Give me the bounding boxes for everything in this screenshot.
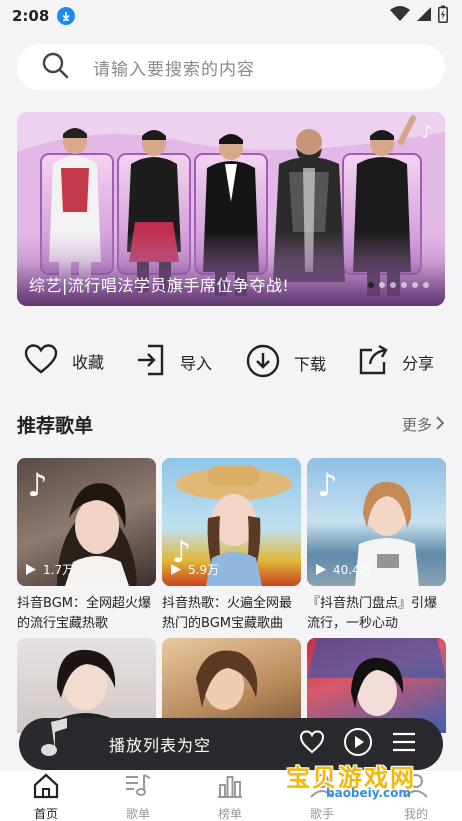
banner-dot[interactable] [368,282,374,288]
chevron-right-icon [436,415,445,434]
status-bar: 2:08 [0,0,462,32]
favorite-label: 收藏 [72,353,105,372]
import-button[interactable]: 导入 [136,344,212,380]
playlist-cover[interactable]: ♪ 5.9万 [162,458,301,586]
banner-pagination [368,282,429,288]
playlist-menu-icon[interactable] [391,731,417,757]
search-icon [41,51,69,83]
tab-chart[interactable]: 榜单 [200,773,260,821]
play-count: 5.9万 [170,561,219,578]
battery-icon [438,5,448,27]
tab-label: 歌单 [125,807,150,821]
playlist-title[interactable]: 『抖音热门盘点』引爆流行，一秒心动 [307,594,446,634]
banner-dot[interactable] [379,282,385,288]
music-note-icon [31,710,83,766]
playlist-title[interactable]: 抖音BGM：全网超火爆的流行宝藏热歌 [17,594,156,634]
import-icon [136,344,166,380]
svg-text:♪: ♪ [317,466,337,504]
play-count: 1.7万 [25,561,74,578]
share-button[interactable]: 分享 [358,344,434,380]
download-button[interactable]: 下载 [246,344,326,382]
play-count-value: 1.7万 [43,563,75,577]
player-heart-icon[interactable] [299,730,325,758]
banner-dot[interactable] [390,282,396,288]
import-label: 导入 [180,354,213,373]
play-count-value: 5.9万 [188,563,220,577]
home-icon [32,773,60,803]
tab-home[interactable]: 首页 [16,773,76,821]
tab-label: 我的 [403,807,428,821]
play-icon [316,564,326,575]
status-time: 2:08 [12,7,50,25]
heart-icon [24,344,58,378]
share-label: 分享 [402,354,435,373]
watermark-url: baobeiy.com [326,786,411,800]
banner-dot[interactable] [412,282,418,288]
tab-playlist[interactable]: 歌单 [108,773,168,821]
playlist-card[interactable]: ♪ 5.9万 抖音热歌：火遍全网最热门的BGM宝藏歌曲 [162,458,301,634]
banner-dot[interactable] [401,282,407,288]
banner-dot[interactable] [423,282,429,288]
section-title: 推荐歌单 [17,415,94,437]
tab-label: 首页 [33,807,58,821]
playlist-card[interactable]: ♪ 1.7万 抖音BGM：全网超火爆的流行宝藏热歌 [17,458,156,634]
play-count: 40.4万 [315,561,372,578]
tab-label: 榜单 [217,807,242,821]
play-icon [171,564,181,575]
playlist-cover[interactable]: ♪ 40.4万 [307,458,446,586]
play-button-icon[interactable] [343,727,373,761]
player-status: 播放列表为空 [109,736,212,755]
favorite-button[interactable]: 收藏 [24,344,104,378]
signal-icon [416,6,432,26]
more-label: 更多 [401,416,432,434]
chart-icon [216,773,244,803]
download-notification-icon [57,7,76,25]
wifi-icon [390,6,410,26]
watermark: 宝贝游戏网 baobeiy.com [286,758,436,802]
svg-text:♪: ♪ [27,466,47,504]
playlist-title[interactable]: 抖音热歌：火遍全网最热门的BGM宝藏歌曲 [162,594,301,634]
search-input[interactable]: 请输入要搜索的内容 [93,55,255,80]
more-button[interactable]: 更多 [401,414,445,435]
tab-label: 歌手 [309,807,334,821]
banner-caption: 综艺|流行唱法学员旗手席位争夺战! [29,276,290,295]
share-icon [358,344,388,380]
search-bar[interactable]: 请输入要搜索的内容 [17,44,445,90]
quick-actions: 收藏 导入 下载 分享 [0,340,462,388]
playlist-cover[interactable]: ♪ 1.7万 [17,458,156,586]
download-label: 下载 [294,355,327,374]
play-icon [26,564,36,575]
download-icon [246,344,280,382]
music-list-icon [124,773,152,803]
playlist-card[interactable]: ♪ 40.4万 『抖音热门盘点』引爆流行，一秒心动 [307,458,446,634]
play-count-value: 40.4万 [333,563,372,577]
svg-text:♪: ♪ [421,122,433,143]
banner-carousel[interactable]: ♪ 综艺|流行唱法学员旗手席位争夺战! [17,112,445,306]
